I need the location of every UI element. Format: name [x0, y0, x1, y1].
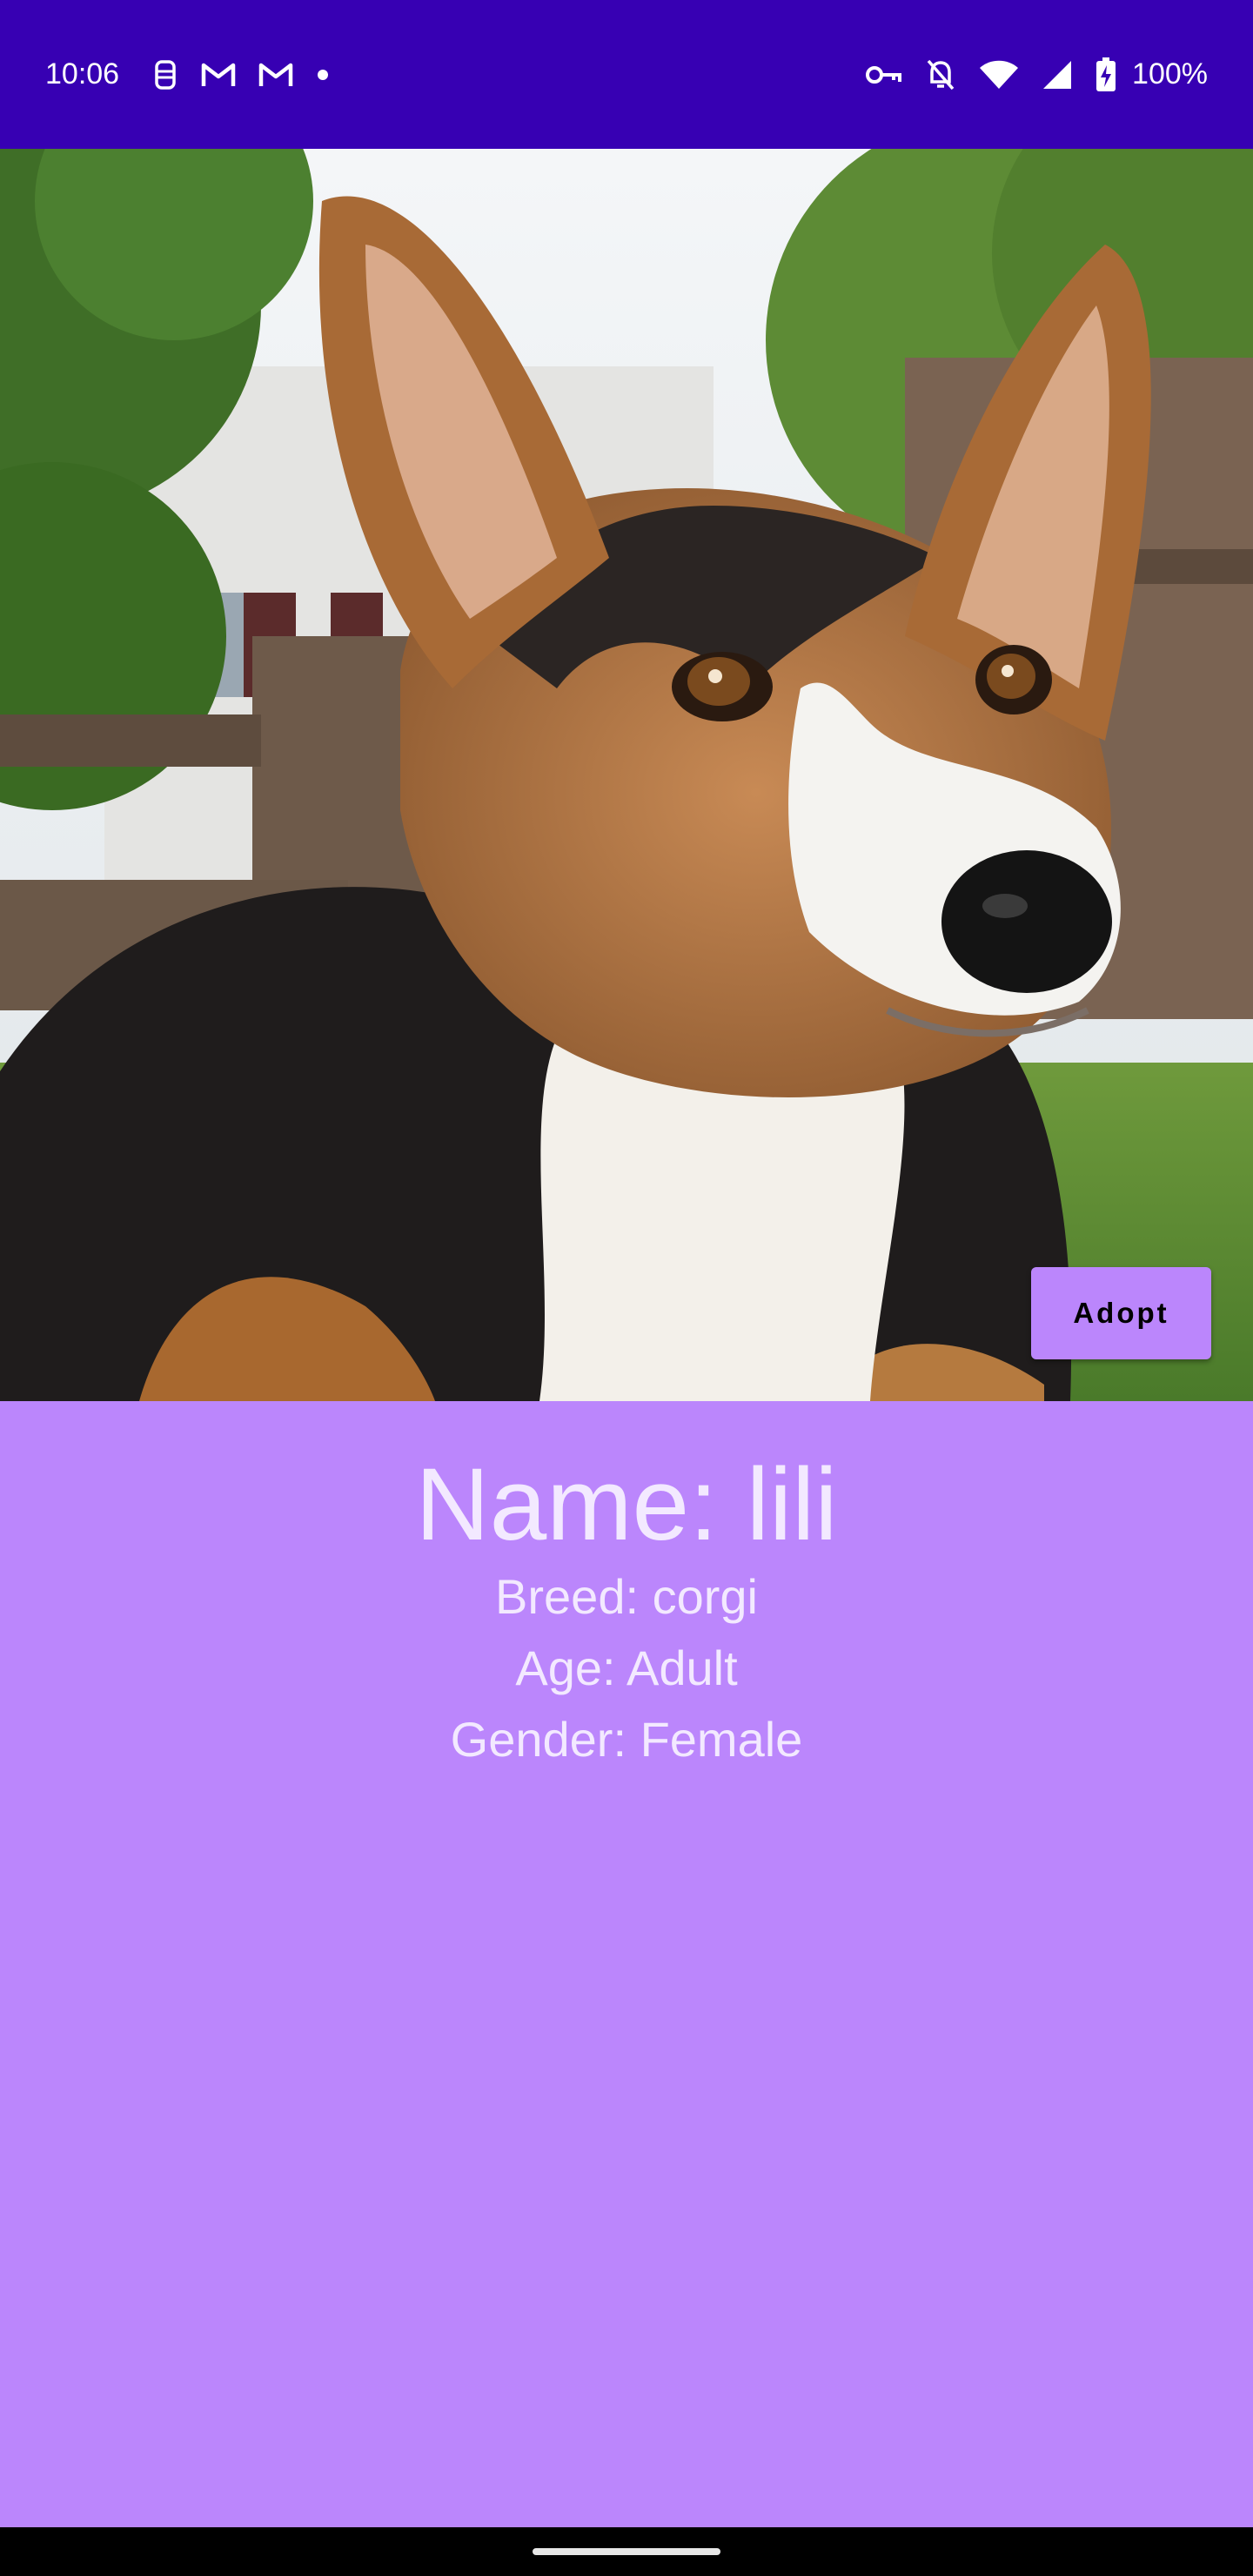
status-bar: 10:06 100% — [0, 0, 1253, 149]
home-gesture-handle[interactable] — [533, 2548, 720, 2555]
assistant-icon — [152, 59, 178, 91]
status-right: 100% — [866, 57, 1208, 92]
gmail-icon — [201, 61, 236, 89]
pet-gender: Gender: Female — [450, 1712, 803, 1767]
battery-percentage: 100% — [1132, 57, 1208, 91]
gmail-icon — [258, 61, 293, 89]
adopt-button[interactable]: Adopt — [1031, 1267, 1211, 1359]
pet-details: Name: lili Breed: corgi Age: Adult Gende… — [0, 1401, 1253, 1775]
status-time: 10:06 — [45, 57, 120, 91]
pet-photo — [0, 149, 1253, 1401]
notification-dot-icon — [316, 68, 330, 82]
vpn-key-icon — [866, 64, 902, 86]
do-not-disturb-icon — [925, 57, 956, 92]
cell-signal-icon — [1042, 59, 1073, 91]
pet-detail-screen: 10:06 100% Adopt Name: lili Breed: corgi… — [0, 0, 1253, 2576]
battery-charging-icon — [1096, 57, 1116, 92]
pet-age: Age: Adult — [515, 1640, 738, 1695]
status-left: 10:06 — [45, 57, 330, 91]
wifi-icon — [979, 59, 1019, 91]
pet-breed: Breed: corgi — [495, 1569, 758, 1624]
pet-name: Name: lili — [415, 1447, 838, 1562]
navigation-bar — [0, 2527, 1253, 2576]
